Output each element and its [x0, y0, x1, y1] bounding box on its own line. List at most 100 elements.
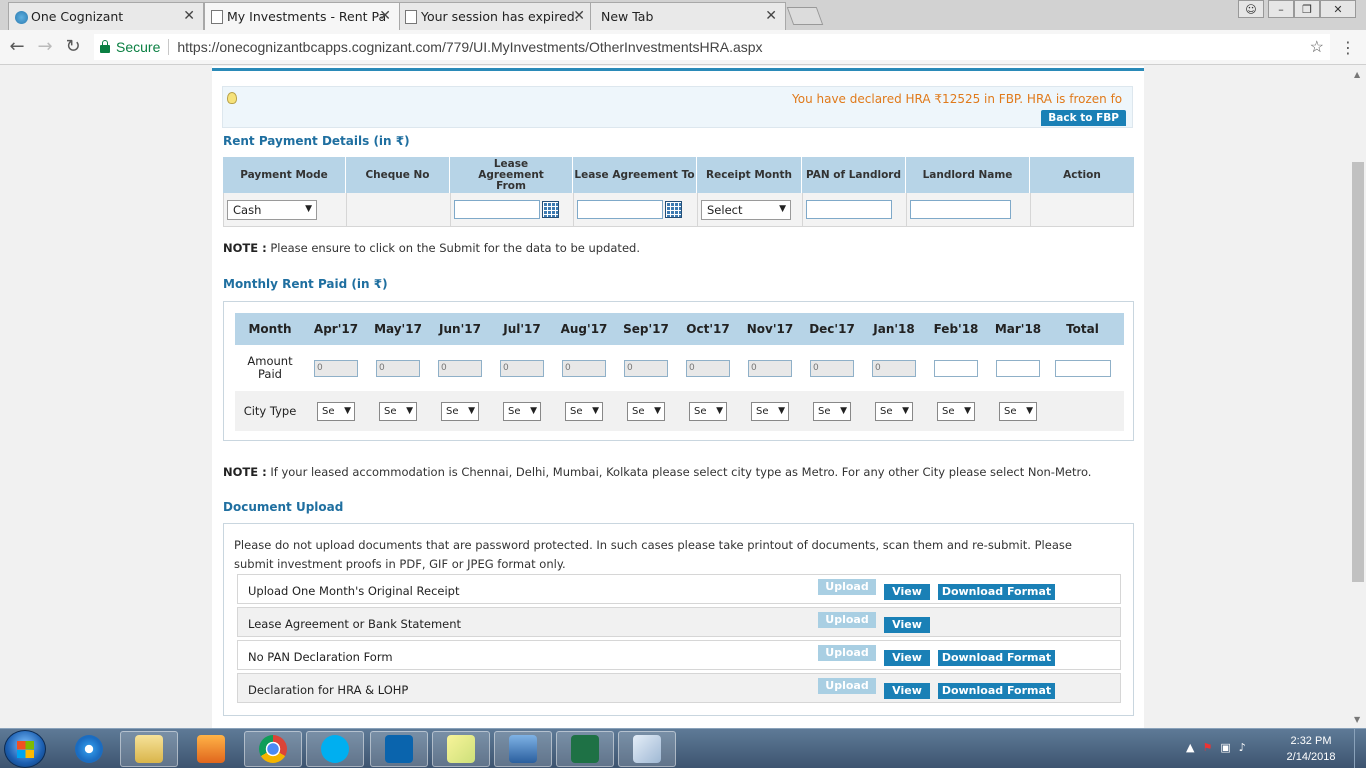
- upload-button[interactable]: Upload: [818, 645, 876, 661]
- taskbar-media[interactable]: [182, 731, 240, 767]
- show-hidden-icons-arrow-icon[interactable]: ▲: [1186, 741, 1194, 754]
- city-select-jul[interactable]: Se ▼: [503, 401, 541, 421]
- restore-button[interactable]: ❐: [1294, 0, 1320, 18]
- amount-input-dec[interactable]: 0: [810, 359, 854, 377]
- city-select-feb[interactable]: Se ▼: [937, 401, 975, 421]
- receipt-month-select[interactable]: Select ▼: [701, 199, 791, 220]
- city-select-aug[interactable]: Se ▼: [565, 401, 603, 421]
- close-window-button[interactable]: ✕: [1320, 0, 1356, 18]
- dropdown-arrow-icon: ▼: [468, 405, 475, 416]
- city-select-mar[interactable]: Se ▼: [999, 401, 1037, 421]
- taskbar-ie[interactable]: [60, 731, 118, 767]
- amount-input-apr[interactable]: 0: [314, 359, 358, 377]
- taskbar-outlook[interactable]: [370, 731, 428, 767]
- amount-input-oct[interactable]: 0: [686, 359, 730, 377]
- tab-my-investments[interactable]: My Investments - Rent Pa ✕: [204, 2, 400, 30]
- tab-one-cognizant[interactable]: One Cognizant ✕: [8, 2, 204, 30]
- amount-input-feb[interactable]: [934, 359, 978, 377]
- view-button[interactable]: View: [884, 683, 930, 699]
- view-button[interactable]: View: [884, 617, 930, 633]
- lease-from-input[interactable]: [454, 200, 540, 219]
- city-type-note: NOTE : If your leased accommodation is C…: [223, 465, 1092, 479]
- scroll-down-arrow-icon[interactable]: ▼: [1354, 715, 1360, 724]
- taskbar-network[interactable]: [494, 731, 552, 767]
- network-tray-icon[interactable]: ▣: [1220, 741, 1230, 754]
- city-select-oct[interactable]: Se ▼: [689, 401, 727, 421]
- upload-button[interactable]: Upload: [818, 579, 876, 595]
- amount-input-mar[interactable]: [996, 359, 1040, 377]
- amount-input-jul[interactable]: 0: [500, 359, 544, 377]
- col-lease-to: Lease Agreement To: [573, 157, 697, 193]
- upload-button[interactable]: Upload: [818, 612, 876, 628]
- city-select-dec[interactable]: Se ▼: [813, 401, 851, 421]
- amount-input-nov[interactable]: 0: [748, 359, 792, 377]
- close-icon[interactable]: ✕: [765, 8, 777, 24]
- taskbar-notes[interactable]: [432, 731, 490, 767]
- show-desktop-button[interactable]: [1354, 729, 1366, 768]
- back-to-fbp-button[interactable]: Back to FBP: [1041, 110, 1126, 126]
- taskbar-chrome[interactable]: [244, 731, 302, 767]
- amount-input-sep[interactable]: 0: [624, 359, 668, 377]
- menu-dots-icon[interactable]: ⋮: [1340, 38, 1356, 57]
- city-select-jan[interactable]: Se ▼: [875, 401, 913, 421]
- close-icon[interactable]: ✕: [573, 8, 585, 24]
- new-tab-button[interactable]: [786, 7, 824, 25]
- pan-landlord-input[interactable]: [806, 200, 892, 219]
- action-center-flag-icon[interactable]: ⚑: [1202, 741, 1212, 754]
- col-receipt-month: Receipt Month: [697, 157, 802, 193]
- taskbar-explorer[interactable]: [120, 731, 178, 767]
- close-icon[interactable]: ✕: [379, 8, 391, 24]
- bookmark-star-icon[interactable]: ☆: [1310, 37, 1324, 57]
- tab-strip: One Cognizant ✕ My Investments - Rent Pa…: [0, 0, 1366, 30]
- city-select-sep[interactable]: Se ▼: [627, 401, 665, 421]
- document-upload-title: Document Upload: [223, 500, 344, 514]
- scroll-thumb[interactable]: [1352, 162, 1364, 582]
- dropdown-arrow-icon: ▼: [592, 405, 599, 416]
- close-icon[interactable]: ✕: [183, 8, 195, 24]
- download-format-button[interactable]: Download Format: [938, 683, 1055, 699]
- scroll-up-arrow-icon[interactable]: ▲: [1354, 70, 1360, 79]
- monthly-rent-box: Month Apr'17 May'17 Jun'17 Jul'17 Aug'17…: [223, 301, 1134, 441]
- cognizant-favicon-icon: [15, 11, 28, 24]
- dropdown-arrow-icon: ▼: [1026, 405, 1033, 416]
- forward-arrow-icon[interactable]: →: [34, 37, 56, 57]
- profile-icon[interactable]: ☺: [1238, 0, 1264, 18]
- city-select-nov[interactable]: Se ▼: [751, 401, 789, 421]
- address-bar[interactable]: Secure https://onecognizantbcapps.cogniz…: [94, 34, 1330, 60]
- amount-input-aug[interactable]: 0: [562, 359, 606, 377]
- calendar-icon[interactable]: [542, 201, 559, 218]
- download-format-button[interactable]: Download Format: [938, 584, 1055, 600]
- tab-session-expired[interactable]: Your session has expired. ✕: [398, 2, 594, 30]
- amount-total-input[interactable]: [1054, 359, 1111, 377]
- clock[interactable]: 2:32 PM 2/14/2018: [1276, 733, 1346, 765]
- notepad-icon: [633, 735, 661, 763]
- dropdown-arrow-icon: ▼: [716, 405, 723, 416]
- city-select-jun[interactable]: Se ▼: [441, 401, 479, 421]
- city-select-apr[interactable]: Se ▼: [317, 401, 355, 421]
- hra-frozen-message: You have declared HRA ₹12525 in FBP. HRA…: [792, 92, 1122, 106]
- minimize-button[interactable]: –: [1268, 0, 1294, 18]
- landlord-name-input[interactable]: [910, 200, 1011, 219]
- lease-to-input[interactable]: [577, 200, 663, 219]
- taskbar-excel[interactable]: [556, 731, 614, 767]
- start-button[interactable]: [4, 730, 46, 768]
- tab-new-tab[interactable]: New Tab ✕: [590, 2, 786, 30]
- calendar-icon[interactable]: [665, 201, 682, 218]
- taskbar-app[interactable]: [618, 731, 676, 767]
- payment-mode-select[interactable]: Cash ▼: [227, 199, 317, 220]
- dropdown-arrow-icon: ▼: [902, 405, 909, 416]
- amount-input-jun[interactable]: 0: [438, 359, 482, 377]
- upload-button[interactable]: Upload: [818, 678, 876, 694]
- download-format-button[interactable]: Download Format: [938, 650, 1055, 666]
- amount-input-may[interactable]: 0: [376, 359, 420, 377]
- amount-input-jan[interactable]: 0: [872, 359, 916, 377]
- view-button[interactable]: View: [884, 584, 930, 600]
- taskbar-skype[interactable]: [306, 731, 364, 767]
- volume-icon[interactable]: ♪: [1239, 741, 1246, 754]
- city-select-may[interactable]: Se ▼: [379, 401, 417, 421]
- back-arrow-icon[interactable]: ←: [6, 37, 28, 57]
- reload-icon[interactable]: ↻: [62, 37, 84, 57]
- vertical-scrollbar[interactable]: ▲ ▼: [1350, 66, 1366, 728]
- clock-time: 2:32 PM: [1290, 735, 1332, 747]
- view-button[interactable]: View: [884, 650, 930, 666]
